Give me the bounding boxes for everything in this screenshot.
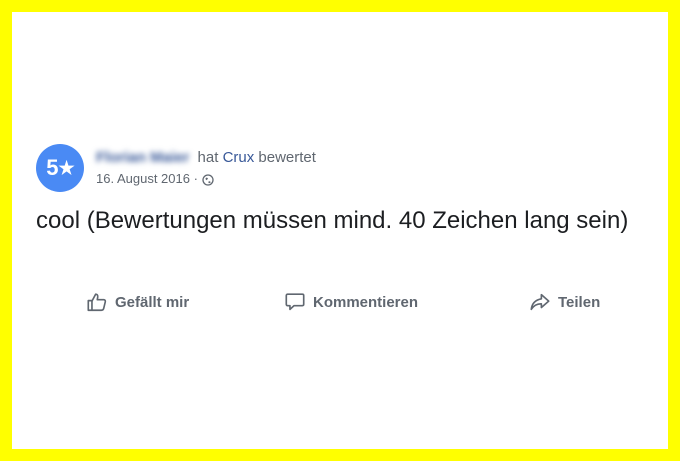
share-button[interactable]: Teilen (529, 291, 600, 313)
page-link[interactable]: Crux (223, 149, 255, 166)
share-icon (530, 293, 550, 311)
action-bar: Gefällt mir Kommentieren Teilen (12, 291, 668, 315)
separator-dot: · (193, 171, 198, 186)
comment-button[interactable]: Kommentieren (284, 291, 418, 313)
share-label: Teilen (558, 293, 601, 311)
thumbs-up-icon (87, 293, 107, 312)
review-subline: 16. August 2016 · (96, 170, 316, 188)
review-card: 5 ★ Florian Maier hat Crux bewertet 16. A… (12, 12, 668, 449)
globe-icon[interactable] (202, 173, 214, 186)
star-icon: ★ (58, 157, 75, 178)
review-date[interactable]: 16. August 2016 (96, 170, 190, 188)
like-button[interactable]: Gefällt mir (86, 291, 189, 313)
action-text: hat (197, 149, 219, 166)
reviewer-name[interactable]: Florian Maier (96, 148, 189, 168)
review-meta: Florian Maier hat Crux bewertet 16. Augu… (96, 148, 316, 188)
comment-label: Kommentieren (313, 293, 419, 311)
rating-badge[interactable]: 5 ★ (36, 144, 84, 192)
review-text: cool (Bewertungen müssen mind. 40 Zeiche… (36, 207, 629, 234)
review-headline: Florian Maier hat Crux bewertet (96, 148, 316, 168)
review-header: 5 ★ Florian Maier hat Crux bewertet 16. A… (36, 143, 316, 193)
action-suffix: bewertet (258, 149, 316, 166)
rating-value: 5 (46, 155, 58, 180)
like-label: Gefällt mir (115, 293, 190, 311)
comment-icon (285, 293, 305, 311)
